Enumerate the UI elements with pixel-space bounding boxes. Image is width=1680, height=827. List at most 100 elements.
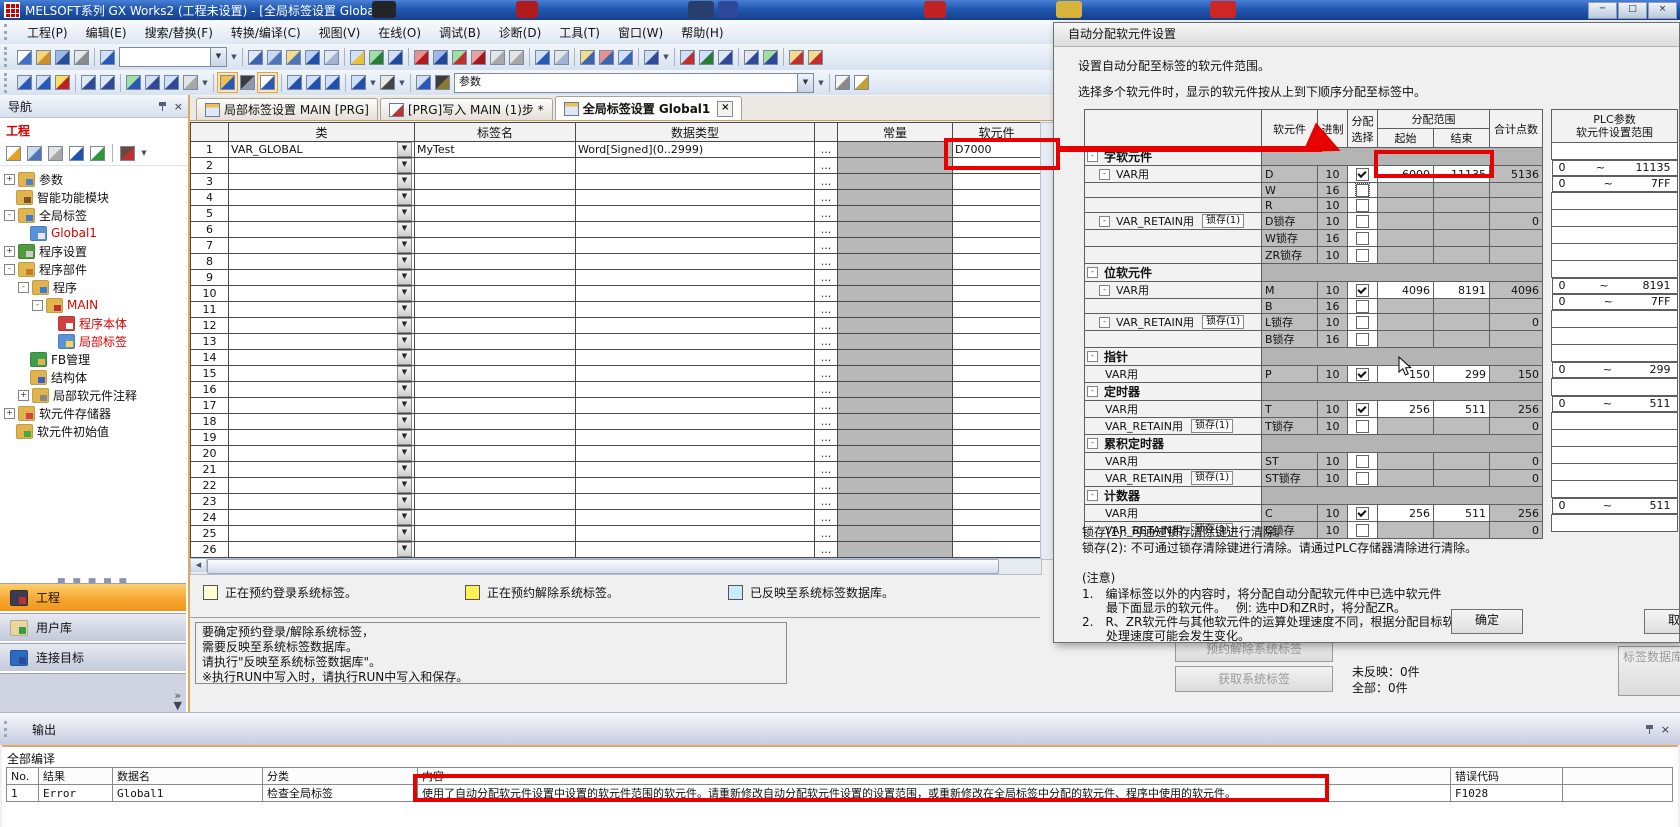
grid-datatype-cell[interactable] [576, 222, 815, 238]
assign-select-cell[interactable] [1348, 505, 1378, 522]
tree-collapse-icon[interactable]: - [1087, 386, 1098, 397]
refresh-globe-icon[interactable] [124, 73, 143, 92]
tree-collapse-icon[interactable]: - [1099, 317, 1110, 328]
close-icon[interactable]: × [174, 100, 183, 113]
dropdown-arrow-icon[interactable]: ▼ [397, 350, 412, 365]
tree-item-global-label[interactable]: -全局标签 [0, 206, 188, 224]
range-start-cell[interactable]: 4096 [1378, 282, 1434, 299]
range-end-cell[interactable]: 299 [1434, 366, 1490, 383]
range-end-cell[interactable] [1434, 299, 1490, 314]
tree-item-device-initial-value[interactable]: 软元件初始值 [0, 422, 188, 440]
minimize-button[interactable]: ─ [1588, 2, 1617, 19]
transfer-down-icon[interactable] [578, 48, 597, 67]
tab-1[interactable]: 局部标签设置 MAIN [PRG] [196, 98, 378, 120]
diagnostics-icon[interactable] [469, 48, 488, 67]
dropdown-arrow-icon[interactable]: ▼ [397, 174, 412, 189]
toolbar-overflow-chevron[interactable]: ▼ [661, 53, 671, 61]
grid-datatype-cell[interactable] [576, 478, 815, 494]
grid-browse-button[interactable]: ... [815, 270, 838, 286]
grid-device-cell[interactable] [953, 190, 1041, 206]
grid-class-cell[interactable]: ▼ [229, 174, 415, 190]
find-device-icon[interactable] [742, 48, 761, 67]
grid-device-cell[interactable] [953, 334, 1041, 350]
toolbar-overflow-chevron[interactable]: ▼ [816, 79, 826, 87]
close-icon[interactable]: × [1661, 723, 1670, 736]
grid-browse-button[interactable]: ... [815, 526, 838, 542]
jump-icon[interactable] [761, 48, 780, 67]
open-project-icon[interactable] [34, 48, 53, 67]
dropdown-arrow-icon[interactable]: ▼ [397, 542, 412, 557]
range-start-cell[interactable] [1378, 331, 1434, 348]
grid-datatype-cell[interactable] [576, 366, 815, 382]
grid-browse-button[interactable]: ... [815, 142, 838, 158]
list-view-icon[interactable] [257, 72, 278, 93]
nav-info-icon[interactable] [67, 144, 86, 163]
assign-checkbox-checked[interactable] [1356, 168, 1369, 181]
grid-device-cell[interactable] [953, 494, 1041, 510]
range-end-cell[interactable] [1434, 453, 1490, 470]
grid-class-cell[interactable]: ▼ [229, 254, 415, 270]
grid-device-cell[interactable] [953, 206, 1041, 222]
tree-item-program-body[interactable]: 程序本体 [0, 314, 188, 332]
menu-item[interactable]: 在线(O) [369, 22, 430, 43]
device-monitor-2-icon[interactable] [304, 73, 323, 92]
assign-select-cell[interactable] [1348, 418, 1378, 435]
chevron-down-icon[interactable]: ▼ [210, 48, 226, 66]
grid-datatype-cell[interactable] [576, 382, 815, 398]
assign-checkbox[interactable] [1356, 300, 1369, 313]
get-system-label-button[interactable]: 获取系统标签 [1175, 666, 1333, 692]
tab-3[interactable]: 全局标签设置 Global1× [555, 96, 743, 120]
grid-label-cell[interactable] [415, 510, 576, 526]
dropdown-arrow-icon[interactable]: ▼ [397, 286, 412, 301]
grid-browse-button[interactable]: ... [815, 318, 838, 334]
assign-select-cell[interactable] [1348, 401, 1378, 418]
device-group-row[interactable]: -指针 [1085, 348, 1262, 366]
copy-icon[interactable] [265, 48, 284, 67]
grid-device-cell[interactable] [953, 302, 1041, 318]
device-find-icon[interactable] [386, 48, 405, 67]
dropdown-arrow-icon[interactable]: ▼ [397, 494, 412, 509]
assign-select-cell[interactable] [1348, 314, 1378, 331]
tab-2[interactable]: [PRG]写入 MAIN (1)步 * [380, 98, 553, 120]
grid-device-cell[interactable] [953, 510, 1041, 526]
dropdown-arrow-icon[interactable]: ▼ [397, 142, 412, 157]
assign-select-cell[interactable] [1348, 166, 1378, 183]
range-end-cell[interactable]: 511 [1434, 401, 1490, 418]
dropdown-arrow-icon[interactable]: ▼ [397, 238, 412, 253]
grid-datatype-cell[interactable] [576, 542, 815, 558]
assign-checkbox[interactable] [1356, 232, 1369, 245]
range-end-cell[interactable] [1434, 314, 1490, 331]
device-block-icon[interactable] [238, 73, 257, 92]
grid-datatype-cell[interactable] [576, 158, 815, 174]
tree-item-pou[interactable]: -程序部件 [0, 260, 188, 278]
grid-datatype-cell[interactable] [576, 494, 815, 510]
grid-device-cell[interactable] [953, 478, 1041, 494]
grid-browse-button[interactable]: ... [815, 494, 838, 510]
binoculars-icon[interactable] [433, 73, 452, 92]
range-start-cell[interactable] [1378, 183, 1434, 198]
tree-expand-icon[interactable]: + [4, 174, 15, 185]
device-monitor-3-icon[interactable] [323, 73, 342, 92]
assign-checkbox[interactable] [1356, 420, 1369, 433]
grid-datatype-cell[interactable] [576, 510, 815, 526]
dropdown-arrow-icon[interactable]: ▼ [397, 158, 412, 173]
assign-checkbox[interactable] [1356, 524, 1369, 537]
assign-select-cell[interactable] [1348, 453, 1378, 470]
dropdown-arrow-icon[interactable]: ▼ [397, 190, 412, 205]
menu-item[interactable]: 工具(T) [550, 22, 609, 43]
device-monitor-icon[interactable] [367, 48, 386, 67]
tree-expand-icon[interactable]: - [18, 282, 29, 293]
undo-icon[interactable] [303, 48, 322, 67]
grid-datatype-cell[interactable] [576, 430, 815, 446]
range-end-cell[interactable]: 511 [1434, 505, 1490, 522]
ladder-edge-icon[interactable] [716, 48, 735, 67]
dropdown-arrow-icon[interactable]: ▼ [397, 510, 412, 525]
grid-device-cell[interactable] [953, 366, 1041, 382]
menu-item[interactable]: 窗口(W) [609, 22, 672, 43]
menu-item[interactable]: 搜索/替换(F) [136, 22, 222, 43]
assign-checkbox[interactable] [1356, 215, 1369, 228]
range-start-cell[interactable] [1378, 418, 1434, 435]
write-to-plc-icon[interactable] [412, 48, 431, 67]
new-project-icon[interactable] [15, 48, 34, 67]
grid-label-cell[interactable] [415, 222, 576, 238]
